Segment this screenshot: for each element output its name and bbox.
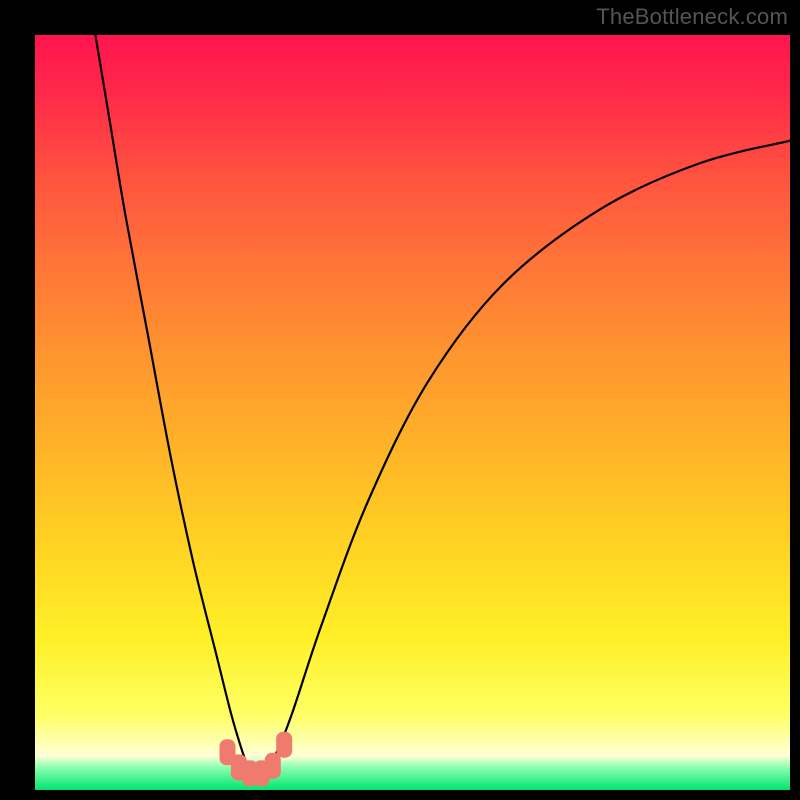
- curve-markers: [220, 732, 293, 787]
- chart-frame: TheBottleneck.com: [0, 0, 800, 800]
- curve-marker: [276, 732, 292, 758]
- bottleneck-curve-path: [95, 35, 790, 775]
- watermark-text: TheBottleneck.com: [596, 4, 788, 30]
- plot-area: [35, 35, 790, 790]
- curve-marker: [265, 753, 281, 779]
- curve-layer: [35, 35, 790, 790]
